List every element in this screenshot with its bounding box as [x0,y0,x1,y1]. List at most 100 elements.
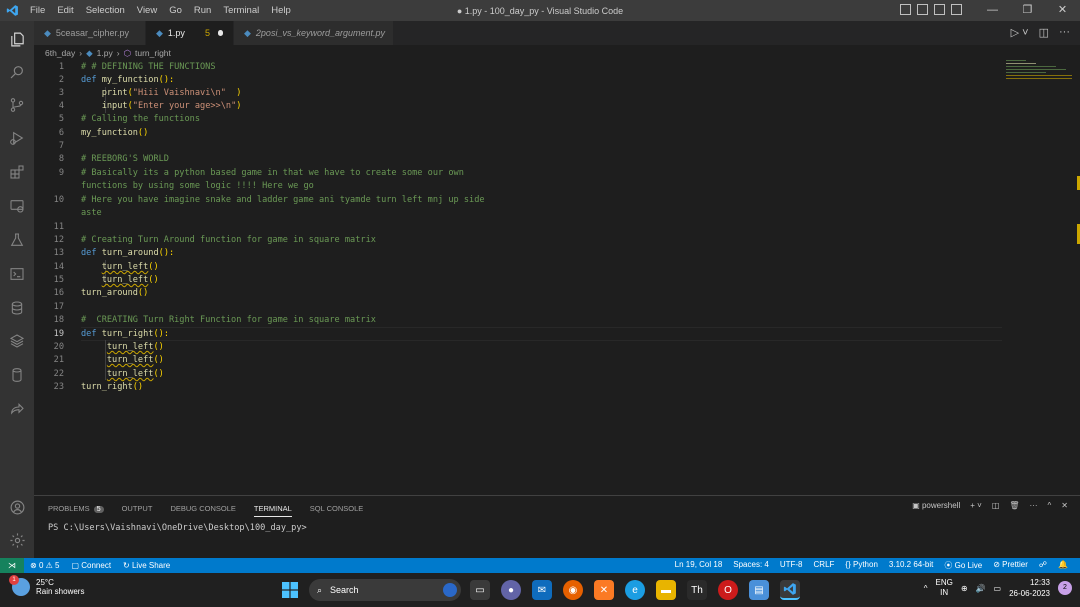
weather-rain-icon: 1 [9,575,30,596]
menu-help[interactable]: Help [265,5,297,16]
toggle-panel-icon[interactable] [917,4,928,15]
editor-tabs: ◆ 5ceasar_cipher.py ◆ 1.py 5 ◆ 2posi_vs_… [34,21,1080,45]
tab-terminal[interactable]: TERMINAL [253,504,292,517]
code-line: functions by using some logic !!!! Here … [81,181,314,191]
terminal-prompt[interactable]: PS C:\Users\Vaishnavi\OneDrive\Desktop\1… [48,523,307,533]
remote-explorer-icon[interactable] [0,191,34,221]
layers-icon[interactable] [0,326,34,356]
tab-2posi-vs-keyword[interactable]: ◆ 2posi_vs_keyword_argument.py [234,21,394,45]
tab-5ceasar-cipher[interactable]: ◆ 5ceasar_cipher.py [34,21,146,45]
typora-icon[interactable]: Th [687,580,707,600]
vscode-taskbar-icon[interactable] [780,580,800,600]
notepad-icon[interactable]: ▤ [749,580,769,600]
extensions-icon[interactable] [0,157,34,187]
problems-status[interactable]: ⊗ 0 ⚠ 5 [30,561,59,570]
python-file-icon: ◆ [86,47,93,58]
menu-terminal[interactable]: Terminal [217,5,265,16]
tab-problems[interactable]: PROBLEMS 5 [48,504,104,517]
problems-badge: 5 [204,28,210,38]
go-live-button[interactable]: ⦿ Go Live [944,560,982,571]
restore-icon[interactable]: ❐ [1010,0,1045,21]
menu-edit[interactable]: Edit [51,5,79,16]
notifications-bell-icon[interactable]: 🔔 [1058,560,1068,571]
search-icon[interactable] [0,57,34,87]
feedback-icon[interactable]: ☍ [1039,560,1047,571]
battery-icon[interactable]: ▭ [994,584,1002,593]
network-icon[interactable]: ⊕ [961,584,968,593]
language-indicator[interactable]: ENG IN [936,578,953,598]
minimize-icon[interactable]: — [975,0,1010,21]
breadcrumb-symbol[interactable]: turn_right [135,48,171,58]
split-terminal-icon[interactable]: ◫ [992,501,1000,510]
clock[interactable]: 12:33 26-06-2023 [1009,577,1050,599]
run-python-icon[interactable]: ▷ ˅ [1011,26,1029,39]
sql-cylinder-icon[interactable] [0,360,34,390]
tab-output[interactable]: OUTPUT [122,504,153,517]
toggle-secondary-sidebar-icon[interactable] [934,4,945,15]
taskbar-search[interactable]: ⌕ Search [309,579,461,601]
opera-icon[interactable]: O [718,580,738,600]
remote-indicator-icon[interactable]: ⋊ [0,558,24,573]
teams-chat-icon[interactable]: ● [501,580,521,600]
terminal-icon: ▣ [912,501,920,510]
encoding[interactable]: UTF-8 [780,560,803,571]
connect-status[interactable]: ▢ Connect [71,561,111,570]
source-control-icon[interactable] [0,90,34,120]
trash-icon[interactable]: 🗑 [1009,501,1019,510]
cursor-position[interactable]: Ln 19, Col 18 [675,560,723,571]
indentation[interactable]: Spaces: 4 [733,560,769,571]
explorer-icon[interactable] [0,24,34,54]
close-panel-icon[interactable]: ✕ [1061,501,1068,510]
windows-start-icon[interactable] [280,580,300,600]
customize-layout-icon[interactable] [951,4,962,15]
task-view-icon[interactable]: ▭ [470,580,490,600]
terminal-shell-selector[interactable]: ▣ powershell [912,501,960,510]
terminal-icon[interactable] [0,259,34,289]
start-area [280,580,300,600]
menu-view[interactable]: View [131,5,163,16]
breadcrumb-file[interactable]: 1.py [97,48,113,58]
search-icon: ⌕ [317,584,323,595]
accounts-icon[interactable] [0,492,34,522]
language-mode[interactable]: {} Python [845,560,877,571]
volume-icon[interactable]: 🔊 [976,584,986,593]
unsaved-dot-icon[interactable] [217,30,223,36]
python-file-icon: ◆ [244,27,251,38]
mail-icon[interactable]: ✉ [532,580,552,600]
manage-gear-icon[interactable] [0,525,34,555]
more-actions-icon[interactable]: ··· [1030,501,1038,510]
breadcrumb-folder[interactable]: 6th_day [45,48,75,58]
split-editor-icon[interactable]: ◫ [1039,26,1049,39]
live-share-status[interactable]: ↻ Live Share [123,561,170,570]
minimap[interactable] [1006,60,1072,90]
firefox-icon[interactable]: ◉ [563,580,583,600]
line-endings[interactable]: CRLF [814,560,835,571]
live-share-icon[interactable] [0,394,34,424]
menu-run[interactable]: Run [188,5,217,16]
toggle-sidebar-icon[interactable] [900,4,911,15]
database-icon[interactable] [0,293,34,323]
weather-widget[interactable]: 1 25°C Rain showers [9,575,84,596]
code-line: aste [81,208,102,218]
menu-file[interactable]: File [24,5,51,16]
file-explorer-icon[interactable]: ▬ [656,580,676,600]
maximize-panel-icon[interactable]: ^ [1048,501,1052,510]
new-terminal-icon[interactable]: + ˅ [970,501,982,510]
python-interpreter[interactable]: 3.10.2 64-bit [889,560,933,571]
close-icon[interactable]: ✕ [1045,0,1080,21]
run-debug-icon[interactable] [0,123,34,153]
tab-debug-console[interactable]: DEBUG CONSOLE [170,504,235,517]
menu-go[interactable]: Go [163,5,188,16]
prettier-status[interactable]: ⊘ Prettier [993,560,1028,571]
menu-selection[interactable]: Selection [80,5,131,16]
chevron-up-icon[interactable]: ^ [924,584,928,593]
code-editor[interactable]: 1 # # DEFINING THE FUNCTIONS 2 def my_func… [34,60,1080,495]
xampp-icon[interactable]: ✕ [594,580,614,600]
testing-icon[interactable] [0,225,34,255]
edge-icon[interactable]: e [625,580,645,600]
tab-sql-console[interactable]: SQL CONSOLE [310,504,364,517]
more-actions-icon[interactable]: ··· [1059,26,1070,39]
tab-1py[interactable]: ◆ 1.py 5 [146,21,234,45]
code-line: 21 turn_left() [53,355,164,365]
notification-count-badge[interactable]: 2 [1058,581,1072,595]
